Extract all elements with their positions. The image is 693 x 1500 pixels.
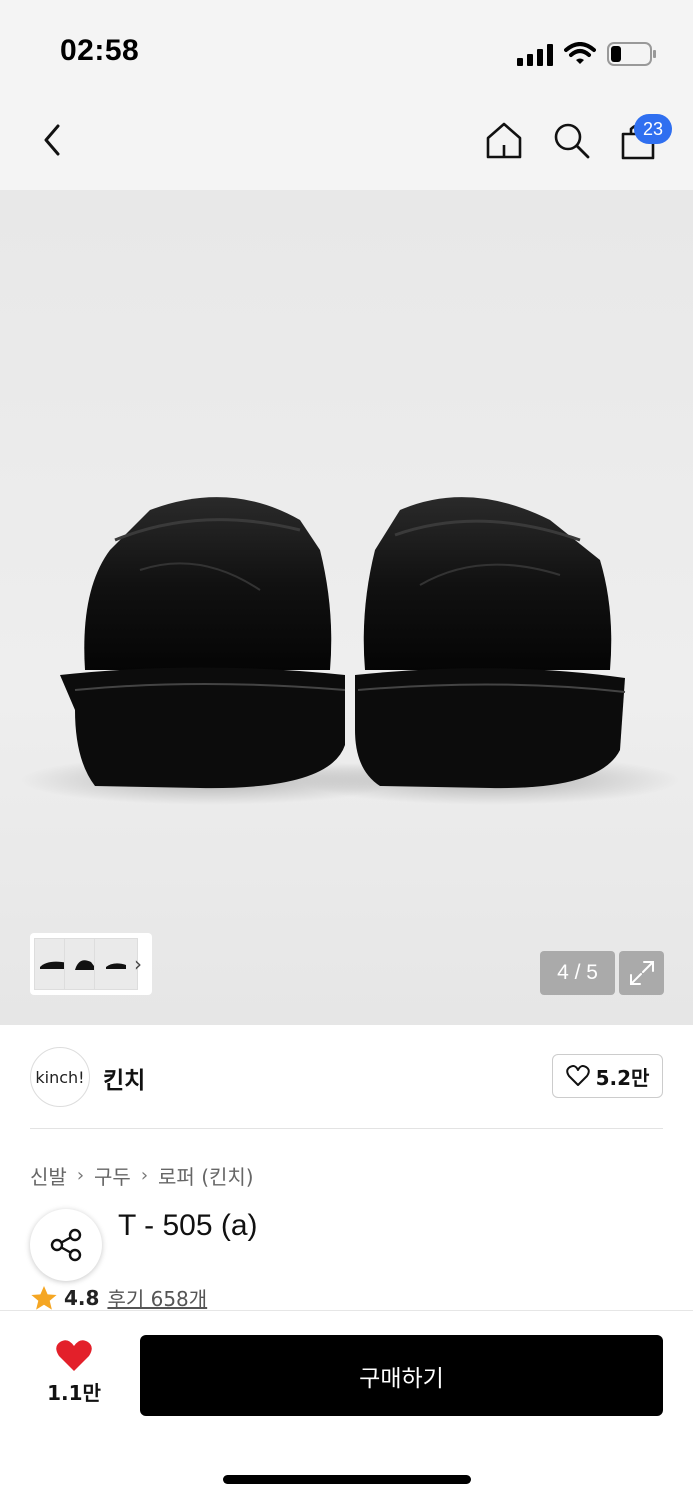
product-title: T - 505 (a) bbox=[118, 1209, 258, 1243]
brand-like-button[interactable]: 5.2만 bbox=[552, 1054, 663, 1098]
chevron-right-icon: › bbox=[76, 1165, 85, 1186]
thumbnail-3[interactable] bbox=[94, 938, 138, 990]
nav-bar bbox=[0, 100, 693, 190]
brand-row: kinch! 킨치 5.2만 bbox=[0, 1025, 693, 1129]
heart-outline-icon bbox=[565, 1065, 590, 1086]
status-time: 02:58 bbox=[60, 34, 140, 67]
chevron-right-icon[interactable]: › bbox=[134, 952, 142, 976]
page-counter: 4 / 5 bbox=[540, 951, 615, 995]
share-icon bbox=[50, 1228, 82, 1262]
buy-button[interactable]: 구매하기 bbox=[140, 1335, 663, 1416]
product-photo bbox=[20, 497, 680, 805]
share-button[interactable] bbox=[30, 1209, 102, 1281]
thumbnail-strip[interactable]: › bbox=[30, 933, 152, 995]
reviews-link[interactable]: 후기 658개 bbox=[107, 1283, 207, 1312]
star-icon bbox=[31, 1285, 57, 1310]
wishlist-count: 1.1만 bbox=[47, 1381, 101, 1405]
back-button[interactable] bbox=[30, 118, 74, 162]
chevron-right-icon: › bbox=[140, 1165, 149, 1186]
rating-value: 4.8 bbox=[64, 1285, 100, 1310]
brand-like-count: 5.2만 bbox=[595, 1065, 650, 1090]
fullscreen-button[interactable] bbox=[619, 951, 664, 995]
cart-count-badge: 23 bbox=[634, 114, 672, 144]
bottom-bar: 1.1만 구매하기 bbox=[0, 1310, 693, 1500]
rating-row: 4.8 후기 658개 bbox=[30, 1283, 207, 1312]
product-title-text: T - 505 (a) bbox=[118, 1209, 258, 1242]
brand-name[interactable]: 킨치 bbox=[103, 1061, 145, 1095]
breadcrumb-item[interactable]: 신발 bbox=[30, 1161, 67, 1190]
battery-icon bbox=[607, 42, 656, 66]
expand-icon bbox=[629, 961, 654, 985]
status-bar: 02:58 bbox=[0, 0, 693, 100]
home-indicator bbox=[223, 1475, 471, 1484]
wifi-icon bbox=[564, 42, 596, 64]
search-button[interactable] bbox=[549, 118, 593, 162]
back-icon bbox=[44, 124, 60, 156]
divider bbox=[30, 1128, 663, 1129]
home-button[interactable] bbox=[482, 118, 526, 162]
product-image[interactable]: › 4 / 5 bbox=[0, 190, 693, 1025]
home-icon bbox=[486, 122, 522, 159]
breadcrumb-item[interactable]: 구두 bbox=[94, 1161, 131, 1190]
thumbnail-shoe-icon bbox=[106, 963, 126, 969]
brand-logo[interactable]: kinch! bbox=[30, 1047, 90, 1107]
breadcrumb: 신발 › 구두 › 로퍼 (킨치) bbox=[30, 1161, 254, 1190]
signal-icon bbox=[517, 44, 553, 66]
wishlist-button[interactable]: 1.1만 bbox=[40, 1339, 108, 1406]
search-icon bbox=[554, 123, 590, 159]
heart-filled-icon bbox=[56, 1340, 92, 1371]
breadcrumb-item[interactable]: 로퍼 (킨치) bbox=[158, 1161, 254, 1190]
